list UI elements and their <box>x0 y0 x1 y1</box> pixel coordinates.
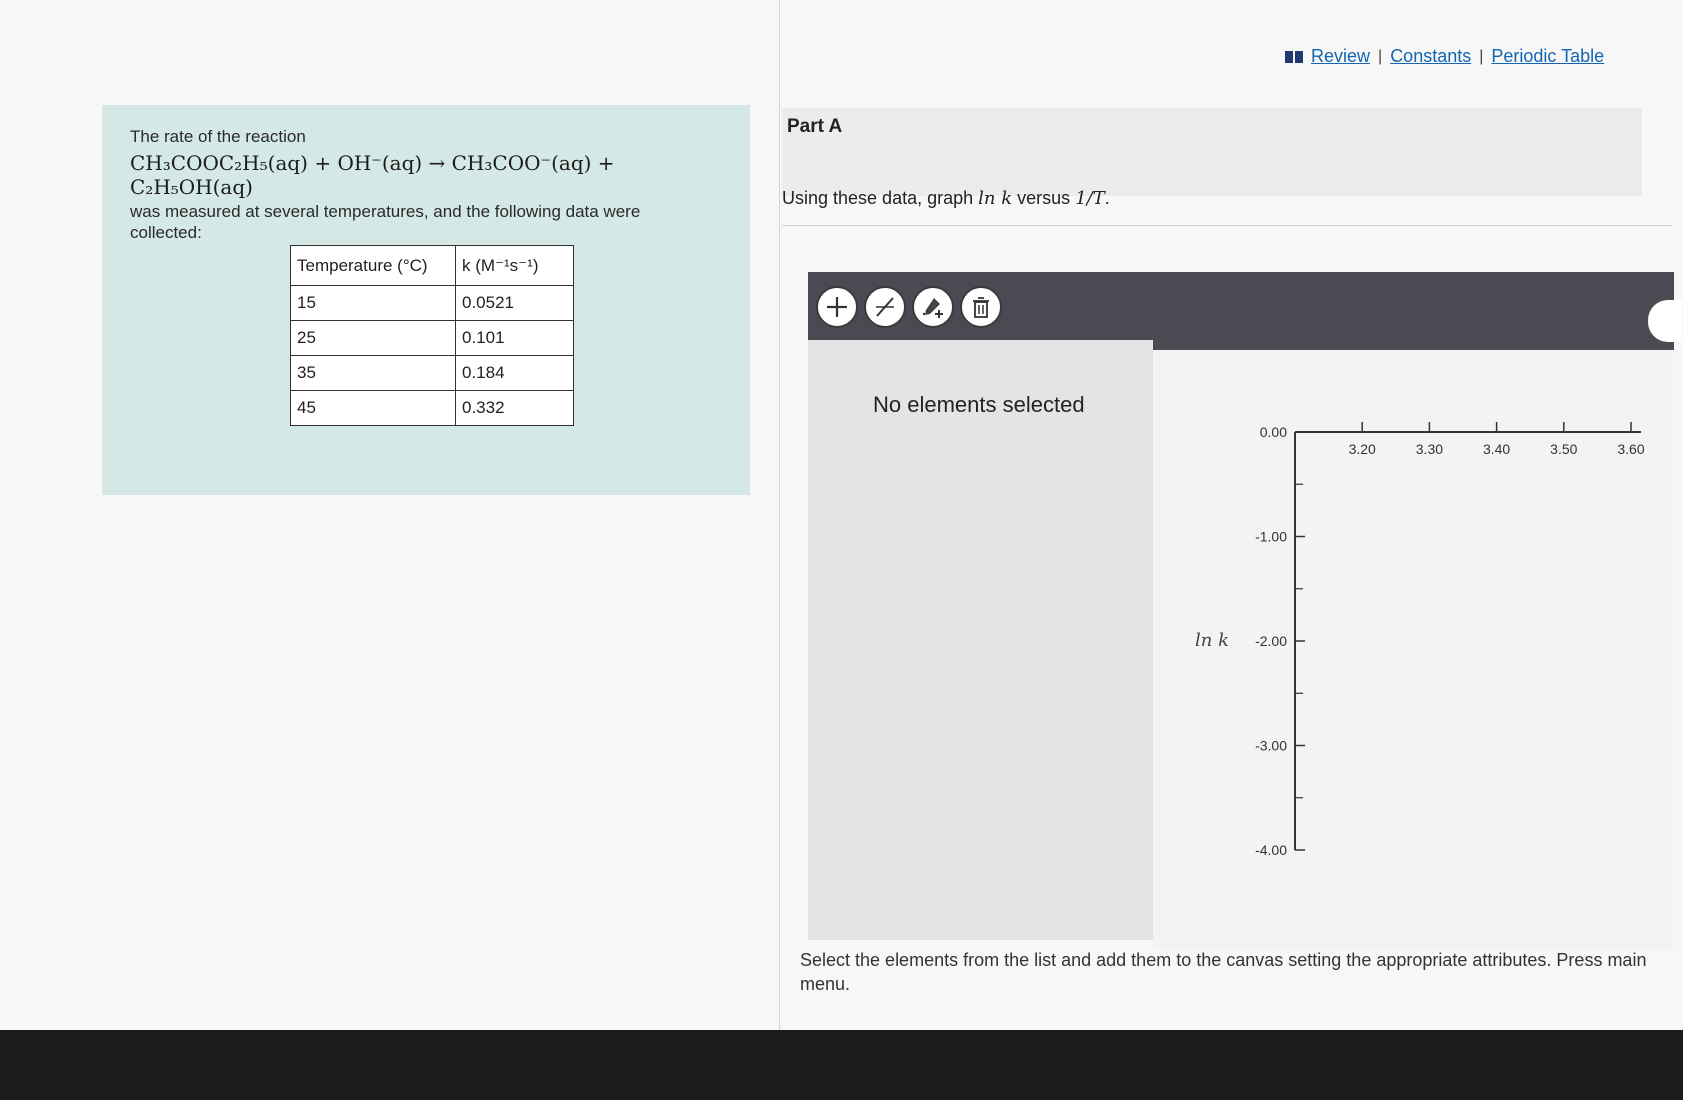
reactant-ester: CH₃COOC₂H₅(aq) <box>130 151 308 175</box>
temperature-cell: 35 <box>290 355 456 391</box>
graph-axes: 0.00 -1.00 -2.00 -3.00 -4.00 3.20 3.30 3.40 3.50… <box>1195 422 1645 858</box>
part-prompt: Using these data, graph ln k versus 1/T. <box>782 188 1110 209</box>
periodic-table-link[interactable]: Periodic Table <box>1491 46 1604 67</box>
x-tick-label: 3.20 <box>1349 441 1376 457</box>
table-row: 45 0.332 <box>290 390 574 426</box>
part-title: Part A <box>787 116 843 137</box>
product-ethanol: C₂H₅OH(aq) <box>130 175 253 199</box>
x-tick-label: 3.60 <box>1617 441 1644 457</box>
temperature-cell: 15 <box>290 285 456 321</box>
constants-link[interactable]: Constants <box>1390 46 1471 67</box>
x-tick-label: 3.50 <box>1550 441 1577 457</box>
reaction-equation: CH₃COOC₂H₅(aq) + OH⁻(aq) → CH₃COO⁻(aq) +… <box>130 151 722 199</box>
prompt-inverse-t: 1/T <box>1075 188 1105 209</box>
y-tick-label: -1.00 <box>1255 529 1287 545</box>
graph-toolbar <box>808 272 1682 350</box>
problem-description: was measured at several temperatures, an… <box>130 202 641 242</box>
reaction-arrow: → <box>428 151 446 175</box>
resource-links: Review | Constants | Periodic Table <box>1285 46 1604 67</box>
prompt-versus: versus <box>1017 188 1071 208</box>
link-separator: | <box>1479 47 1484 65</box>
plus-sign: + <box>597 151 615 175</box>
problem-statement: The rate of the reaction CH₃COOC₂H₅(aq) … <box>102 105 750 495</box>
rate-constant-cell: 0.0521 <box>455 285 574 321</box>
prompt-text: Using these data, graph <box>782 188 974 208</box>
y-tick-label: 0.00 <box>1260 424 1287 440</box>
delete-button[interactable] <box>960 286 1002 328</box>
rate-constant-cell: 0.332 <box>455 390 574 426</box>
problem-intro: The rate of the reaction <box>130 127 306 146</box>
prompt-period: . <box>1104 188 1110 208</box>
prompt-ln-k: ln k <box>978 188 1013 209</box>
section-divider <box>782 225 1672 226</box>
y-tick-label: -2.00 <box>1255 633 1287 649</box>
trash-icon <box>973 297 989 318</box>
line-tool-icon <box>876 297 894 317</box>
rate-constant-cell: 0.101 <box>455 320 574 356</box>
y-tick-label: -3.00 <box>1255 738 1287 754</box>
elements-panel: No elements selected <box>808 340 1153 940</box>
temperature-header: Temperature (°C) <box>290 245 456 286</box>
product-acetate: CH₃COO⁻(aq) <box>451 151 592 175</box>
part-a-header: Part A <box>782 108 1642 196</box>
add-point-button[interactable] <box>912 286 954 328</box>
no-selection-message: No elements selected <box>873 392 1085 417</box>
graph-canvas[interactable]: 0.00 -1.00 -2.00 -3.00 -4.00 3.20 3.30 3.40 3.50… <box>1153 350 1673 950</box>
line-tool-button[interactable] <box>864 286 906 328</box>
table-row: 25 0.101 <box>290 320 574 356</box>
table-row: 35 0.184 <box>290 355 574 391</box>
temperature-cell: 25 <box>290 320 456 356</box>
table-row: 15 0.0521 <box>290 285 574 321</box>
screen-bezel <box>0 1030 1683 1100</box>
review-link[interactable]: Review <box>1311 46 1370 67</box>
instruction-text: Select the elements from the list and ad… <box>800 950 1647 994</box>
temperature-cell: 45 <box>290 390 456 426</box>
rate-constant-header: k (M⁻¹s⁻¹) <box>455 245 574 286</box>
add-element-button[interactable] <box>816 286 858 328</box>
axes-group: 0.00 -1.00 -2.00 -3.00 -4.00 3.20 3.30 3.40 3.50… <box>1195 422 1645 858</box>
rate-constant-cell: 0.184 <box>455 355 574 391</box>
x-tick-label: 3.30 <box>1416 441 1443 457</box>
data-table: Temperature (°C) k (M⁻¹s⁻¹) 15 0.0521 25… <box>290 245 574 426</box>
plus-icon <box>827 297 847 317</box>
add-point-icon <box>922 298 943 318</box>
book-icon <box>1285 50 1303 63</box>
plus-sign: + <box>314 151 332 175</box>
link-separator: | <box>1378 47 1383 65</box>
y-tick-label: -4.00 <box>1255 842 1287 858</box>
y-axis-label: ln k <box>1195 630 1229 651</box>
table-header-row: Temperature (°C) k (M⁻¹s⁻¹) <box>290 245 574 286</box>
toolbar-side-handle[interactable] <box>1648 300 1682 342</box>
reactant-hydroxide: OH⁻(aq) <box>337 151 423 175</box>
x-tick-label: 3.40 <box>1483 441 1510 457</box>
